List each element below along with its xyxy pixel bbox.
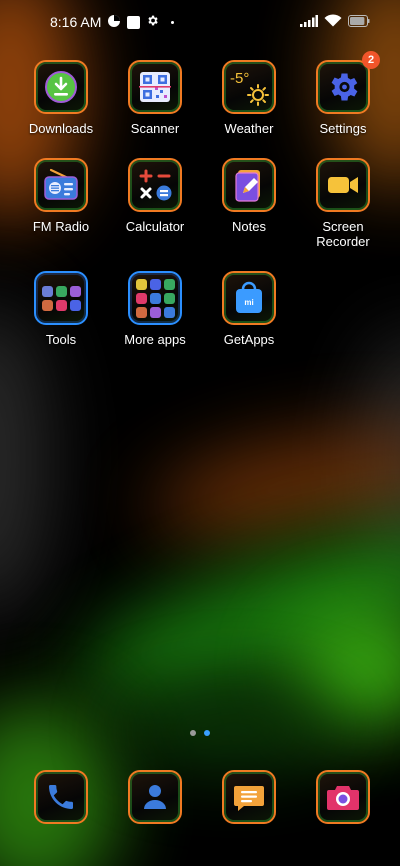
dock-messages[interactable] <box>202 770 296 824</box>
shopping-bag-icon: mi <box>222 271 276 325</box>
app-settings[interactable]: 2 Settings <box>296 51 390 136</box>
notes-icon <box>222 158 276 212</box>
app-fm-radio[interactable]: FM Radio <box>14 158 108 249</box>
folder-tools[interactable]: Tools <box>14 271 108 347</box>
dock-contacts[interactable] <box>108 770 202 824</box>
wifi-icon <box>324 14 342 30</box>
phone-icon <box>34 770 88 824</box>
square-notification-icon <box>127 15 141 29</box>
app-label: Settings <box>319 121 367 136</box>
folder-more-apps[interactable]: More apps <box>108 271 202 347</box>
status-time: 8:16 AM <box>50 14 102 30</box>
messages-icon <box>222 770 276 824</box>
app-label: Scanner <box>130 121 180 136</box>
download-icon <box>34 60 88 114</box>
status-bar: 8:16 AM <box>0 0 400 44</box>
calculator-icon <box>128 158 182 212</box>
camera-icon <box>316 770 370 824</box>
app-label: GetApps <box>223 332 275 347</box>
dock-camera[interactable] <box>296 770 390 824</box>
battery-icon <box>348 14 370 30</box>
video-camera-icon <box>316 158 370 212</box>
app-label: Notes <box>232 219 266 234</box>
page-dot-2[interactable] <box>204 730 210 736</box>
data-saver-icon <box>107 14 121 31</box>
app-label: Screen Recorder <box>316 219 370 249</box>
app-label: Downloads <box>28 121 94 136</box>
app-notes[interactable]: Notes <box>202 158 296 249</box>
contacts-icon <box>128 770 182 824</box>
signal-icon <box>300 14 318 30</box>
app-label: Tools <box>45 332 77 347</box>
app-label: More apps <box>124 332 186 347</box>
page-indicator <box>0 730 400 736</box>
app-label: Weather <box>224 121 274 136</box>
getapps-brand: mi <box>244 298 253 307</box>
weather-temperature: -5° <box>230 70 249 87</box>
dock <box>14 770 390 824</box>
qr-code-icon <box>128 60 182 114</box>
radio-icon <box>34 158 88 212</box>
folder-icon <box>128 271 182 325</box>
app-downloads[interactable]: Downloads <box>14 60 108 136</box>
app-screen-recorder[interactable]: Screen Recorder <box>296 158 390 249</box>
app-calculator[interactable]: Calculator <box>108 158 202 249</box>
app-scanner[interactable]: Scanner <box>108 60 202 136</box>
weather-icon: -5° <box>222 60 276 114</box>
dot-icon <box>171 20 175 24</box>
gear-icon <box>146 14 159 30</box>
app-weather[interactable]: -5° Weather <box>202 60 296 136</box>
page-dot-1[interactable] <box>190 730 196 736</box>
gear-icon <box>316 60 370 114</box>
folder-icon <box>34 271 88 325</box>
app-label: Calculator <box>125 219 185 234</box>
notification-badge: 2 <box>362 51 380 69</box>
app-grid: Downloads Scanner -5° Weather 2 Settings… <box>14 51 390 347</box>
dock-phone[interactable] <box>14 770 108 824</box>
app-getapps[interactable]: mi GetApps <box>202 271 296 347</box>
app-label: FM Radio <box>32 219 90 234</box>
